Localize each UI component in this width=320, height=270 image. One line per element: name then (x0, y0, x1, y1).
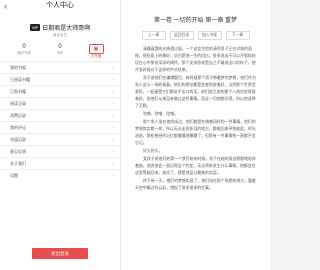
logout-button[interactable]: 退出登录 (32, 248, 88, 259)
stat-bookshelf[interactable]: 0 我的书架 (6, 43, 42, 58)
menu-item-label: 设置 (10, 172, 18, 178)
menu-item[interactable]: 关于我们 › (0, 157, 120, 169)
menu-item[interactable]: 充值记录 › (0, 133, 120, 145)
paragraph: 好久好久。 (143, 148, 163, 153)
chevron-right-icon: › (112, 160, 114, 167)
stat-label: 我的书架 (17, 51, 31, 55)
stats-row: 0 我的书架 0 书币 ▣ 去充值 (0, 43, 120, 58)
username: 日期君是大帅哥啊 (42, 26, 91, 32)
menu-item[interactable]: 已阅读书籍 › (0, 73, 120, 85)
menu-item[interactable]: 意见反馈 › (0, 145, 120, 157)
menu-item[interactable]: 已购书籍 › (0, 85, 120, 97)
chevron-right-icon: › (112, 76, 114, 83)
chevron-right-icon: › (112, 172, 114, 179)
paragraph: 清晨暮霭的光线透过窗，一个这女生脸的清秀男子正在对她的面颊，那些面上的美好，总归… (135, 46, 256, 72)
chevron-right-icon: › (112, 100, 114, 107)
stat-label: 书币 (56, 51, 64, 55)
chevron-right-icon: › (112, 148, 114, 155)
prev-chapter-button[interactable]: 上一章 (141, 31, 166, 40)
next-chapter-button[interactable]: 下一章 (225, 31, 250, 40)
chevron-right-icon: › (112, 112, 114, 119)
paragraph: 终于有一天，他们的梦想实现了。他们站在那个熟悉的地方，看着天空中飘过的云彩，想起… (135, 178, 256, 190)
chevron-right-icon: › (112, 88, 114, 95)
menu-item-label: 关于我们 (10, 160, 26, 166)
paragraph: 男子说他们在编辑题目，有时候那个男子带着梦的梦想，他们作为男人这么一场的青春。他… (135, 75, 256, 108)
stat-value: 0 (22, 44, 26, 50)
chevron-right-icon: › (112, 64, 114, 71)
page-title: 个人中心 (46, 2, 74, 9)
paragraph: 那个男人坐在他的床边，他们都是在做着同样的一件事情，他们的梦想其实都一样，所以无… (135, 119, 256, 145)
member-level: 最优会员 (53, 33, 67, 37)
chapter-content: 清晨暮霭的光线透过窗，一个这女生脸的清秀男子正在对她的面颊，那些面上的美好，总归… (121, 40, 270, 191)
recharge-button[interactable]: ▣ (88, 44, 104, 54)
wallet-icon: ▣ (93, 46, 99, 52)
menu-item-label: 消费记录 (10, 112, 26, 118)
chevron-right-icon: › (112, 136, 114, 143)
add-bookshelf-button[interactable]: 加入书架 (197, 31, 222, 40)
catalog-button[interactable]: 返回目录 (169, 31, 194, 40)
stat-coins[interactable]: 0 书币 (42, 43, 78, 58)
paragraph: 女孩子说他们的第一个梦开始的时候，男子在她的身边默默地陪伴着她，他说他会一直记得… (135, 156, 256, 175)
recharge-label: 去充值 (90, 54, 102, 58)
chevron-right-icon: › (112, 124, 114, 131)
menu-item[interactable]: 我的书架 › (0, 61, 120, 73)
menu-item-label: 充值记录 (10, 136, 26, 142)
vip-badge: VIP (29, 24, 41, 31)
app-root: ‹ 个人中心 VIP 日期君是大帅哥啊 最优会员 0 我的书架 0 书币 ▣ 去… (0, 0, 270, 270)
menu-item[interactable]: 消费记录 › (0, 109, 120, 121)
chapter-title: 第一卷 一切的开始 第一章 重梦 (153, 18, 237, 24)
menu-list: 我的书架 › 已阅读书籍 › 已购书籍 › 阅读记录 › 消费记录 › 我的评论 › 充值记… (0, 61, 120, 181)
profile-header: ‹ 个人中心 (0, 0, 120, 11)
paragraph: 咕噜、咕噜、咕噜。 (143, 111, 179, 116)
reader-panel: 第一卷 一切的开始 第一章 重梦 上一章 返回目录 加入书架 下一章 清晨暮霭的… (120, 0, 270, 270)
menu-item[interactable]: 我的评论 › (0, 121, 120, 133)
menu-item-label: 我的评论 (10, 124, 26, 130)
user-info: VIP 日期君是大帅哥啊 (0, 23, 120, 32)
menu-item[interactable]: 设置 › (0, 169, 120, 181)
chapter-nav: 上一章 返回目录 加入书架 下一章 (121, 31, 270, 40)
menu-item-label: 已阅读书籍 (10, 76, 30, 82)
menu-item-label: 阅读记录 (10, 100, 26, 106)
menu-item[interactable]: 阅读记录 › (0, 97, 120, 109)
menu-item-label: 已购书籍 (10, 88, 26, 94)
menu-item-label: 我的书架 (10, 64, 26, 70)
menu-item-label: 意见反馈 (10, 148, 26, 154)
stat-value: 0 (58, 44, 62, 50)
stat-recharge[interactable]: ▣ 去充值 (78, 43, 114, 58)
profile-panel: ‹ 个人中心 VIP 日期君是大帅哥啊 最优会员 0 我的书架 0 书币 ▣ 去… (0, 0, 120, 270)
